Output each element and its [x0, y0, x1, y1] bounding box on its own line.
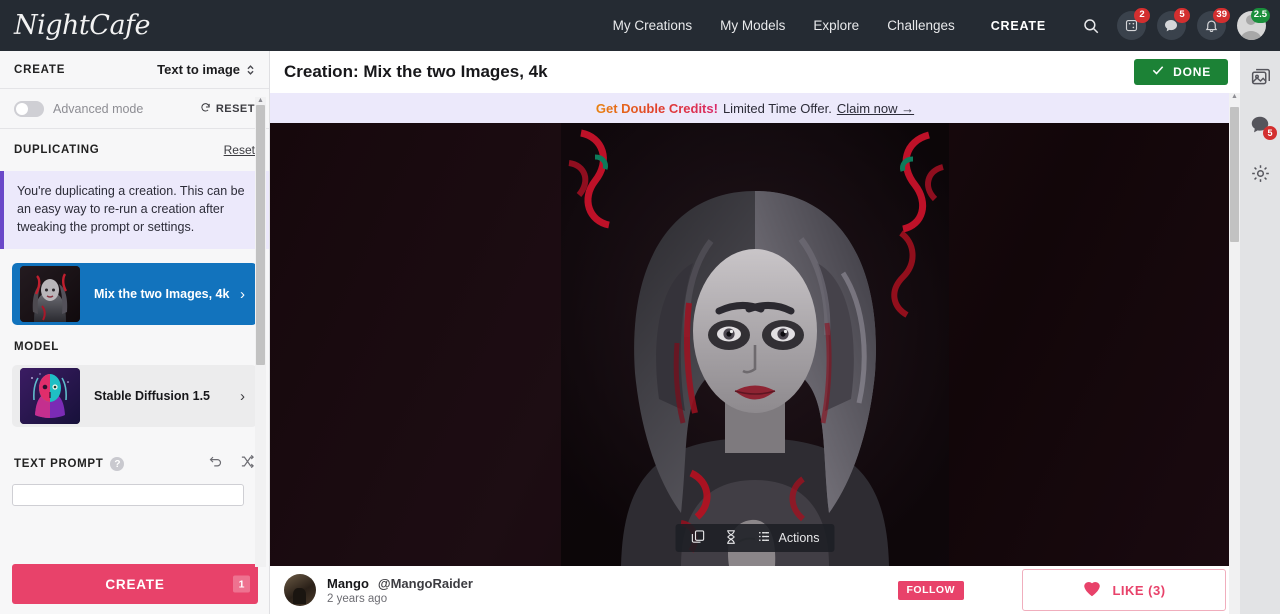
rail-chat-badge: 5 [1263, 126, 1277, 140]
chat-badge: 5 [1174, 7, 1190, 23]
nav-explore[interactable]: Explore [813, 18, 859, 33]
text-prompt-label: TEXT PROMPT [14, 458, 104, 471]
chevron-updown-icon [246, 64, 255, 76]
bell-badge: 39 [1213, 7, 1230, 23]
actions-button-label: Actions [778, 531, 820, 545]
app-root: NightCafe My Creations My Models Explore… [0, 0, 1280, 614]
artwork-image[interactable] [561, 123, 949, 566]
creation-footer: Mango @MangoRaider 2 years ago FOLLOW LI… [270, 566, 1240, 614]
advanced-mode-label: Advanced mode [53, 101, 144, 116]
gallery-icon[interactable] [1246, 63, 1274, 91]
heart-icon [1082, 579, 1102, 602]
nav-my-creations[interactable]: My Creations [613, 18, 693, 33]
right-rail: 5 [1240, 51, 1280, 614]
creation-timestamp: 2 years ago [327, 592, 388, 605]
text-prompt-input[interactable] [12, 484, 244, 507]
nav-my-models[interactable]: My Models [720, 18, 785, 33]
mode-selector-label: Text to image [157, 62, 240, 77]
reset-button[interactable]: RESET [200, 102, 255, 116]
avatar[interactable]: 2.5 [1236, 7, 1270, 41]
dice-icon[interactable]: 2 [1116, 7, 1150, 41]
duplicating-title: DUPLICATING [14, 144, 100, 156]
scroll-up-arrow[interactable]: ▲ [1229, 93, 1240, 100]
duplicating-info-box: You're duplicating a creation. This can … [0, 171, 269, 250]
sidebar-header: CREATE Text to image [0, 51, 269, 89]
follow-button[interactable]: FOLLOW [897, 580, 964, 600]
model-thumbnail [20, 368, 80, 425]
sidebar-scrollbar[interactable]: ▲ [255, 97, 266, 567]
creator-meta: Mango @MangoRaider 2 years ago [327, 576, 473, 605]
main-header: Creation: Mix the two Images, 4k DONE [270, 51, 1240, 93]
chevron-right-icon: › [240, 387, 245, 405]
sidebar-scroll-thumb[interactable] [256, 105, 265, 365]
check-icon [1151, 63, 1165, 82]
creator-name[interactable]: Mango [327, 576, 369, 591]
refresh-icon [200, 102, 211, 116]
image-action-bar: Actions [675, 524, 835, 552]
advanced-mode-toggle-group[interactable]: Advanced mode [14, 100, 144, 117]
duplicated-creation-card[interactable]: Mix the two Images, 4k › [12, 263, 257, 326]
nav-create-button[interactable]: CREATE [991, 19, 1046, 33]
dice-badge: 2 [1134, 7, 1150, 23]
create-button-label: CREATE [105, 576, 165, 592]
undo-icon[interactable] [208, 454, 223, 474]
copy-button[interactable] [682, 524, 715, 552]
nightcafe-logo[interactable]: NightCafe [14, 10, 151, 41]
copy-icon [691, 529, 706, 547]
promo-banner-headline: Get Double Credits! [595, 100, 718, 116]
advanced-mode-toggle[interactable] [14, 100, 44, 117]
nav-links: My Creations My Models Explore Challenge… [613, 18, 955, 33]
evolve-button[interactable] [715, 524, 748, 552]
nav-challenges[interactable]: Challenges [887, 18, 955, 33]
hourglass-icon [724, 529, 739, 548]
advanced-mode-row: Advanced mode RESET [0, 89, 269, 129]
main-scrollbar[interactable]: ▲ [1229, 93, 1240, 614]
chat-bubble-icon[interactable]: 5 [1246, 111, 1277, 140]
model-name: Stable Diffusion 1.5 [94, 389, 210, 404]
done-button-label: DONE [1173, 65, 1211, 79]
actions-button[interactable]: Actions [748, 524, 829, 552]
search-icon[interactable] [1076, 11, 1106, 41]
mode-selector[interactable]: Text to image [157, 62, 255, 77]
sidebar-title: CREATE [14, 63, 66, 76]
nav-icon-group: 2 5 39 2.5 [1076, 7, 1270, 41]
like-button[interactable]: LIKE (3) [1022, 569, 1226, 611]
create-sidebar: CREATE Text to image Advanced mode RESET… [0, 51, 270, 614]
scroll-up-arrow[interactable]: ▲ [255, 97, 266, 104]
text-prompt-header: TEXT PROMPT ? [0, 449, 269, 479]
model-card[interactable]: Stable Diffusion 1.5 › [12, 365, 257, 428]
credits-badge: 2.5 [1250, 7, 1270, 23]
promo-banner-link[interactable]: Claim now → [837, 101, 914, 116]
creation-card-title: Mix the two Images, 4k [94, 287, 230, 302]
shuffle-icon[interactable] [240, 454, 255, 474]
gear-icon[interactable] [1246, 159, 1274, 187]
chevron-right-icon: › [240, 285, 245, 303]
list-icon [757, 529, 772, 547]
bell-icon[interactable]: 39 [1196, 7, 1230, 41]
promo-banner[interactable]: Get Double Credits! Limited Time Offer. … [270, 93, 1240, 123]
promo-banner-text: Limited Time Offer. [722, 100, 832, 116]
artwork-stage: Actions [270, 123, 1240, 566]
duplicating-row: DUPLICATING Reset [0, 129, 269, 171]
create-button[interactable]: CREATE 1 [12, 564, 258, 604]
main-scroll-thumb[interactable] [1230, 107, 1239, 242]
top-navigation-bar: NightCafe My Creations My Models Explore… [0, 0, 1280, 51]
model-section-label: MODEL [14, 341, 60, 354]
duplicating-reset-link[interactable]: Reset [224, 143, 255, 157]
done-button[interactable]: DONE [1134, 59, 1228, 85]
create-credit-count: 1 [233, 575, 250, 593]
main-content: Creation: Mix the two Images, 4k DONE Ge… [270, 51, 1240, 614]
chat-bubble-icon[interactable]: 5 [1156, 7, 1190, 41]
help-icon[interactable]: ? [110, 457, 125, 472]
creation-thumbnail [20, 266, 80, 323]
reset-button-label: RESET [215, 102, 255, 115]
like-button-label: LIKE (3) [1112, 582, 1166, 598]
creator-avatar[interactable] [284, 574, 316, 606]
creator-handle[interactable]: @MangoRaider [378, 576, 473, 591]
page-title: Creation: Mix the two Images, 4k [284, 62, 548, 81]
